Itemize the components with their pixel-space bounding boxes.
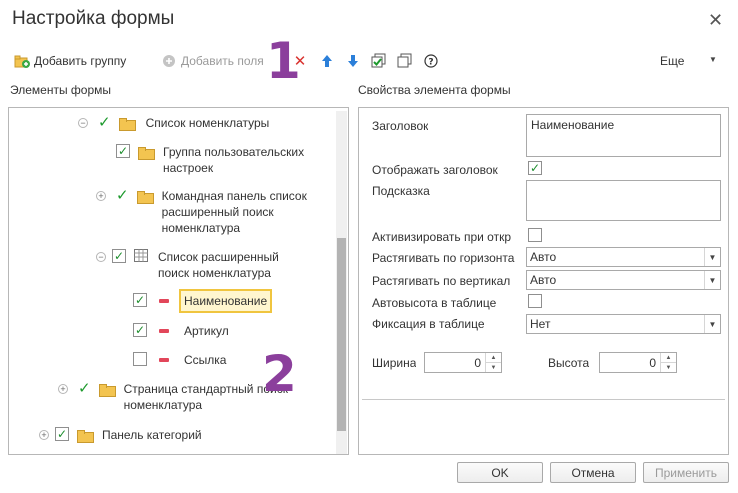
hint-field[interactable]	[526, 180, 721, 221]
tree-item-label: Командная панель список расширенный поис…	[161, 189, 307, 235]
fixation-value: Нет	[530, 317, 551, 331]
annotation-two: 2	[262, 345, 297, 403]
svg-text:?: ?	[428, 58, 433, 68]
tree-item-label: Ссылка	[184, 353, 227, 367]
tree-item-nomenclature-list[interactable]: − ✓ Список номенклатуры	[78, 115, 269, 131]
field-icon	[159, 358, 169, 362]
table-icon	[134, 249, 148, 266]
tree-item-categories-panel[interactable]: + ✓ Панель категорий	[39, 427, 202, 443]
stretch-horizontal-select[interactable]: Авто ▼	[526, 247, 721, 267]
help-icon[interactable]: ?	[423, 53, 439, 69]
tree-item-user-settings-group[interactable]: ✓ Группа пользовательских настроек	[116, 144, 323, 176]
show-title-checkbox[interactable]: ✓	[528, 161, 542, 175]
tree-item-label: Список расширенный поиск номенклатура	[158, 250, 279, 280]
hint-label: Подсказка	[372, 184, 430, 198]
height-field[interactable]: 0 ▲ ▼	[599, 352, 677, 373]
activate-on-open-checkbox[interactable]	[528, 228, 542, 242]
chevron-down-icon[interactable]: ▼	[704, 248, 720, 266]
delete-icon[interactable]: ✕	[292, 53, 308, 70]
uncheck-all-icon[interactable]	[397, 53, 413, 69]
expand-icon[interactable]: +	[58, 384, 68, 394]
collapse-icon[interactable]: −	[96, 252, 106, 262]
add-field-label: Добавить поля	[181, 54, 264, 68]
title-label: Заголовок	[372, 119, 429, 133]
check-all-icon[interactable]	[371, 53, 387, 69]
expand-icon[interactable]: +	[39, 430, 49, 440]
tree-item-link[interactable]: Ссылка	[133, 352, 226, 368]
chevron-down-icon[interactable]: ▼	[704, 271, 720, 289]
move-down-icon[interactable]	[345, 53, 361, 69]
stretch-vertical-select[interactable]: Авто ▼	[526, 270, 721, 290]
autoheight-checkbox[interactable]	[528, 294, 542, 308]
tree-item-label: Список номенклатуры	[145, 116, 270, 130]
cancel-button[interactable]: Отмена	[550, 462, 636, 483]
add-field-button[interactable]: Добавить поля	[161, 53, 264, 69]
tree-item-article[interactable]: ✓ Артикул	[133, 323, 229, 339]
checkbox-checked[interactable]: ✓	[116, 144, 130, 158]
tree-item-label: Наименование	[179, 289, 273, 313]
close-icon[interactable]: ✕	[708, 10, 723, 31]
checkbox-checked[interactable]: ✓	[112, 249, 126, 263]
width-label: Ширина	[372, 356, 417, 370]
field-icon	[159, 299, 169, 303]
width-value: 0	[474, 356, 481, 370]
tree-item-command-panel[interactable]: + ✓ Командная панель список расширенный …	[96, 188, 337, 236]
stretch-vertical-label: Растягивать по вертикал	[372, 274, 511, 288]
folder-icon	[136, 191, 154, 204]
tree-item-name[interactable]: ✓ Наименование	[133, 289, 273, 313]
title-field[interactable]: Наименование	[526, 114, 721, 157]
add-group-icon	[14, 53, 30, 69]
folder-icon	[77, 430, 94, 443]
checkmark-icon[interactable]: ✓	[116, 188, 129, 204]
form-elements-heading: Элементы формы	[10, 83, 112, 97]
folder-icon	[118, 118, 136, 131]
tree-scroll-thumb[interactable]	[337, 238, 346, 431]
tree-item-label: Панель категорий	[102, 428, 202, 442]
autoheight-label: Автовысота в таблице	[372, 296, 497, 310]
properties-divider	[362, 399, 725, 400]
add-group-button[interactable]: Добавить группу	[14, 53, 126, 69]
height-value: 0	[649, 356, 656, 370]
checkbox-checked[interactable]: ✓	[55, 427, 69, 441]
stretch-vertical-value: Авто	[530, 273, 557, 287]
move-up-icon[interactable]	[319, 53, 335, 69]
width-spinner[interactable]: ▲ ▼	[485, 353, 501, 372]
more-dropdown-icon[interactable]: ▼	[709, 55, 717, 64]
properties-heading: Свойства элемента формы	[358, 83, 511, 97]
checkbox-unchecked[interactable]	[133, 352, 147, 366]
collapse-icon[interactable]: −	[78, 118, 88, 128]
add-icon	[161, 53, 177, 69]
folder-icon	[98, 384, 116, 397]
add-group-label: Добавить группу	[34, 54, 127, 68]
ok-button[interactable]: OK	[457, 462, 543, 483]
apply-button[interactable]: Применить	[643, 462, 729, 483]
checkbox-checked[interactable]: ✓	[133, 293, 147, 307]
width-field[interactable]: 0 ▲ ▼	[424, 352, 502, 373]
window-title: Настройка формы	[12, 8, 175, 29]
more-button[interactable]: Еще	[660, 54, 684, 68]
fixation-label: Фиксация в таблице	[372, 317, 485, 331]
expand-icon[interactable]: +	[96, 191, 106, 201]
activate-on-open-label: Активизировать при откр	[372, 230, 511, 244]
stretch-horizontal-value: Авто	[530, 250, 557, 264]
chevron-down-icon[interactable]: ▼	[704, 315, 720, 333]
checkmark-icon[interactable]: ✓	[98, 115, 111, 131]
tree-item-label: Группа пользовательских настроек	[163, 145, 305, 175]
fixation-select[interactable]: Нет ▼	[526, 314, 721, 334]
stretch-horizontal-label: Растягивать по горизонта	[372, 251, 515, 265]
folder-icon	[138, 147, 155, 160]
height-spinner[interactable]: ▲ ▼	[660, 353, 676, 372]
height-label: Высота	[548, 356, 590, 370]
checkmark-icon[interactable]: ✓	[78, 381, 91, 397]
checkbox-checked[interactable]: ✓	[133, 323, 147, 337]
tree-item-label: Артикул	[184, 324, 229, 338]
tree-item-extended-search-list[interactable]: − ✓ Список расширенный поиск номенклатур…	[96, 249, 308, 281]
show-title-label: Отображать заголовок	[372, 163, 498, 177]
field-icon	[159, 329, 169, 333]
